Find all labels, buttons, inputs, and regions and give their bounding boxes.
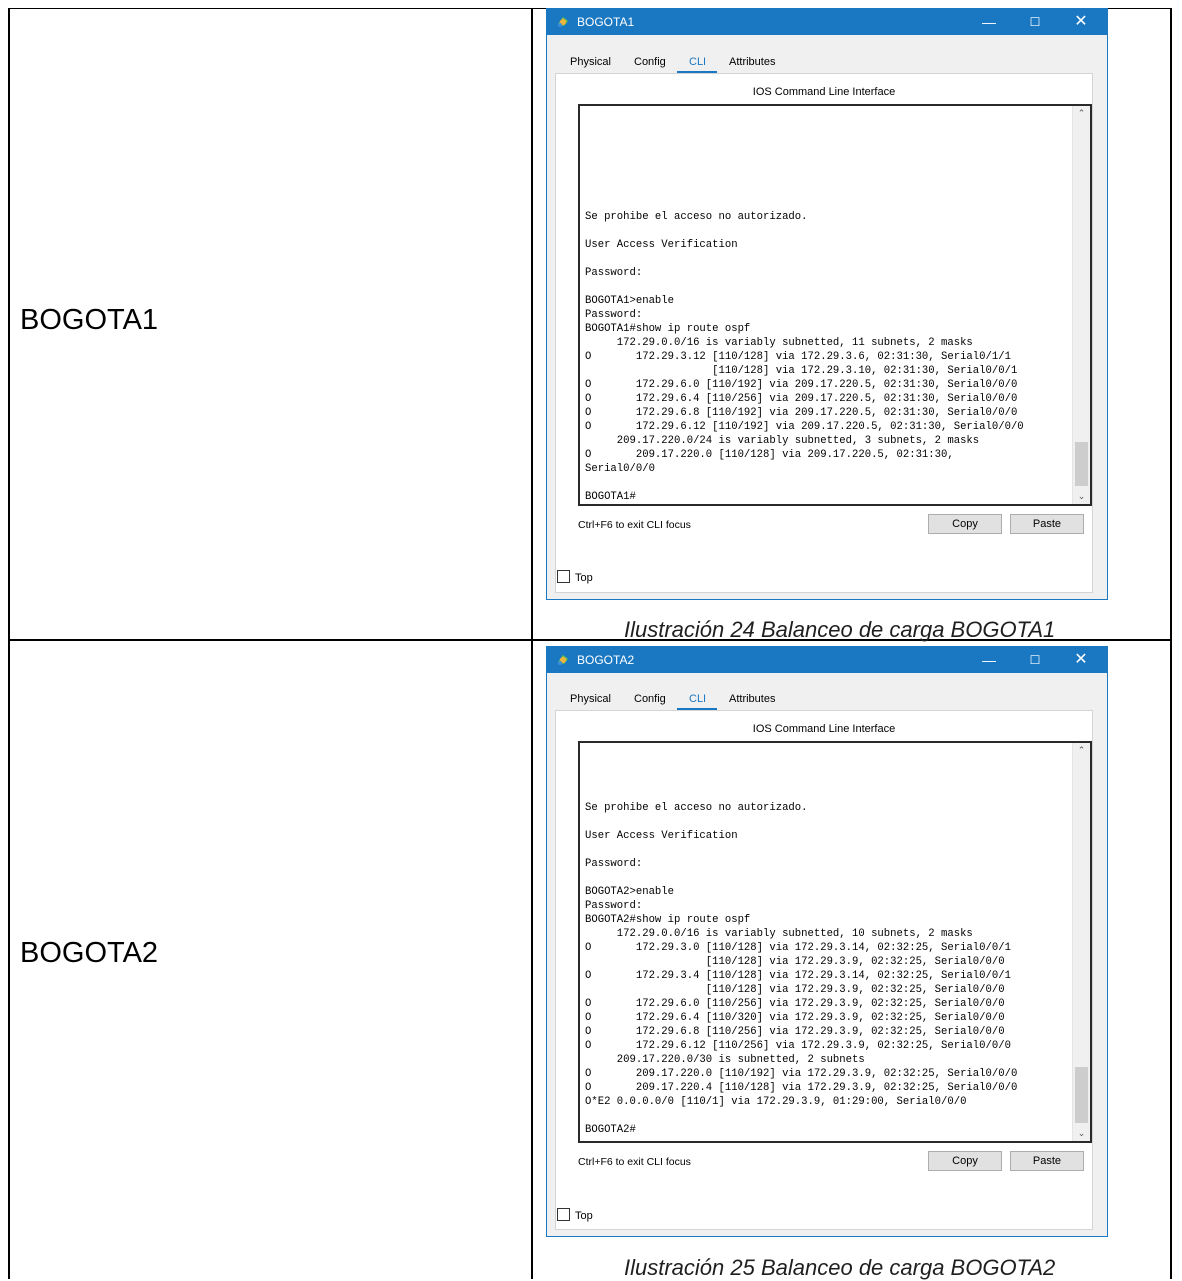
maximize-icon[interactable]: ☐ [1013, 647, 1057, 673]
tab-cli[interactable]: CLI [689, 56, 706, 68]
tab-attributes[interactable]: Attributes [729, 56, 775, 68]
close-icon[interactable]: ✕ [1059, 9, 1103, 35]
cli-terminal[interactable]: Se prohibe el acceso no autorizado. User… [578, 741, 1092, 1143]
document-table: BOGOTA1 BOGOTA1 — ☐ ✕ Physical Config CL… [0, 0, 1182, 1280]
cli-panel: IOS Command Line Interface Se prohibe el… [555, 710, 1093, 1230]
tab-attributes[interactable]: Attributes [729, 693, 775, 705]
cli-header: IOS Command Line Interface [752, 86, 896, 98]
cli-header: IOS Command Line Interface [752, 723, 896, 735]
cli-focus-hint: Ctrl+F6 to exit CLI focus [578, 1156, 691, 1168]
close-icon[interactable]: ✕ [1059, 647, 1103, 673]
tab-physical[interactable]: Physical [570, 693, 611, 705]
cli-focus-hint: Ctrl+F6 to exit CLI focus [578, 519, 691, 531]
cli-output: Se prohibe el acceso no autorizado. User… [585, 802, 1018, 1136]
cli-terminal[interactable]: Se prohibe el acceso no autorizado. User… [578, 104, 1092, 506]
top-checkbox[interactable] [557, 570, 570, 583]
scroll-down-icon[interactable]: ⌄ [1073, 1128, 1090, 1139]
packet-tracer-icon [558, 17, 568, 27]
scroll-thumb[interactable] [1075, 442, 1088, 486]
vertical-scrollbar[interactable]: ⌃ ⌄ [1072, 743, 1090, 1141]
window-bogota1: BOGOTA1 — ☐ ✕ Physical Config CLI Attrib… [546, 8, 1108, 600]
scroll-up-icon[interactable]: ⌃ [1073, 745, 1090, 756]
scroll-up-icon[interactable]: ⌃ [1073, 108, 1090, 119]
top-checkbox-label: Top [575, 1210, 593, 1222]
tab-config[interactable]: Config [634, 693, 666, 705]
paste-button[interactable]: Paste [1010, 1151, 1084, 1171]
window-title: BOGOTA1 [577, 15, 635, 29]
tab-physical[interactable]: Physical [570, 56, 611, 68]
window-bogota2: BOGOTA2 — ☐ ✕ Physical Config CLI Attrib… [546, 646, 1108, 1237]
figure-caption: Ilustración 25 Balanceo de carga BOGOTA2 [624, 1255, 1056, 1280]
minimize-icon[interactable]: — [967, 9, 1011, 35]
copy-button[interactable]: Copy [928, 1151, 1002, 1171]
table-column-divider [531, 8, 533, 1279]
minimize-icon[interactable]: — [967, 647, 1011, 673]
cli-panel: IOS Command Line Interface Se prohibe el… [555, 73, 1093, 593]
table-border-left [8, 8, 10, 1279]
vertical-scrollbar[interactable]: ⌃ ⌄ [1072, 106, 1090, 504]
scroll-down-icon[interactable]: ⌄ [1073, 491, 1090, 502]
table-border-right [1170, 8, 1172, 1279]
figure-caption: Ilustración 24 Balanceo de carga BOGOTA1 [624, 617, 1056, 642]
title-bar[interactable]: BOGOTA1 — ☐ ✕ [547, 9, 1107, 35]
window-title: BOGOTA2 [577, 653, 635, 667]
cli-output: Se prohibe el acceso no autorizado. User… [585, 211, 1024, 503]
tab-config[interactable]: Config [634, 56, 666, 68]
row-label-bogota2: BOGOTA2 [20, 937, 159, 969]
maximize-icon[interactable]: ☐ [1013, 9, 1057, 35]
top-checkbox[interactable] [557, 1208, 570, 1221]
paste-button[interactable]: Paste [1010, 514, 1084, 534]
tab-cli[interactable]: CLI [689, 693, 706, 705]
copy-button[interactable]: Copy [928, 514, 1002, 534]
top-checkbox-label: Top [575, 572, 593, 584]
title-bar[interactable]: BOGOTA2 — ☐ ✕ [547, 647, 1107, 673]
packet-tracer-icon [558, 655, 568, 665]
scroll-thumb[interactable] [1075, 1067, 1088, 1123]
row-label-bogota1: BOGOTA1 [20, 304, 159, 336]
